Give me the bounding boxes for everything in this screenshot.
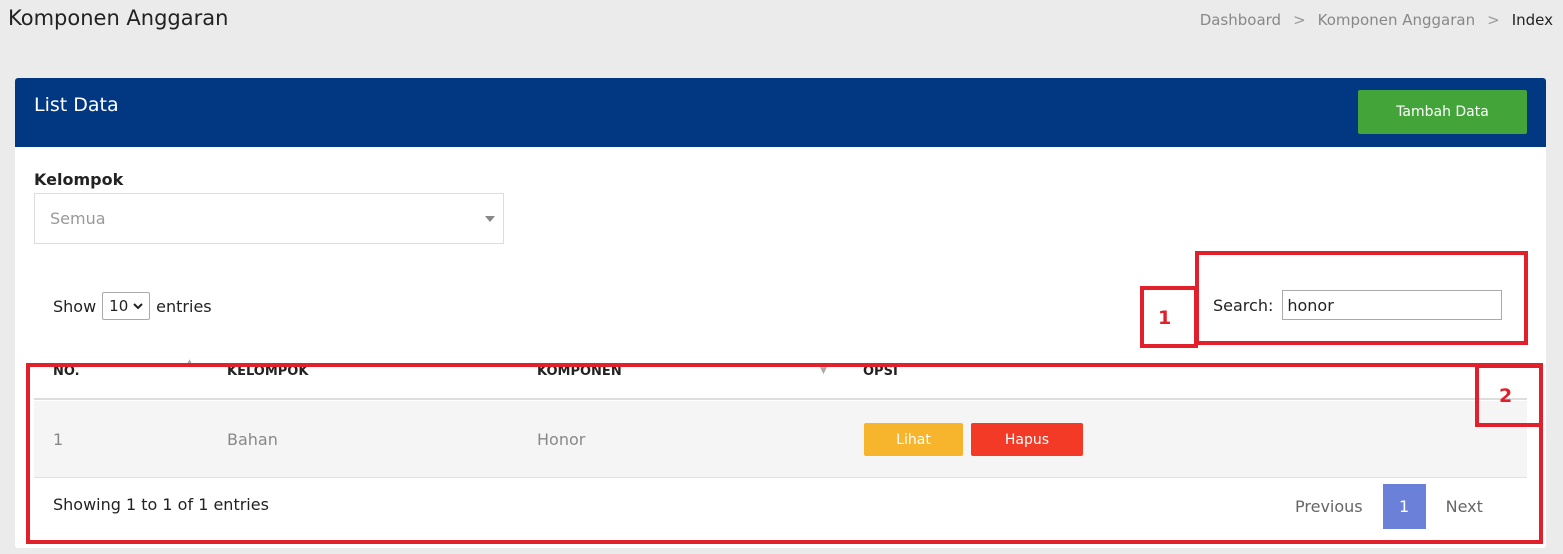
card-header: List Data Tambah Data — [15, 78, 1546, 147]
breadcrumb-komponen-anggaran[interactable]: Komponen Anggaran — [1318, 11, 1475, 29]
caret-down-icon — [485, 216, 495, 222]
annotation-number-1: 1 — [1158, 307, 1172, 329]
show-entries: Show 10 entries — [53, 292, 212, 320]
breadcrumb-dashboard[interactable]: Dashboard — [1200, 11, 1281, 29]
breadcrumb-index: Index — [1511, 11, 1553, 29]
kelompok-select[interactable]: Semua — [34, 193, 504, 244]
annotation-box-1 — [1195, 251, 1528, 345]
annotation-box-2 — [26, 363, 1543, 544]
entries-value: 10 — [109, 297, 129, 315]
kelompok-label: Kelompok — [34, 170, 124, 189]
entries-label: entries — [156, 296, 212, 316]
breadcrumb: Dashboard > Komponen Anggaran > Index — [1200, 11, 1553, 29]
show-label: Show — [53, 296, 97, 316]
chevron-down-icon — [133, 302, 143, 309]
tambah-data-button[interactable]: Tambah Data — [1358, 90, 1527, 134]
entries-select[interactable]: 10 — [102, 292, 151, 320]
page-title: Komponen Anggaran — [8, 6, 229, 30]
card-title: List Data — [34, 94, 119, 116]
breadcrumb-separator: > — [1487, 11, 1500, 29]
breadcrumb-separator: > — [1293, 11, 1306, 29]
annotation-number-2: 2 — [1499, 385, 1513, 407]
kelompok-select-value: Semua — [50, 209, 106, 228]
